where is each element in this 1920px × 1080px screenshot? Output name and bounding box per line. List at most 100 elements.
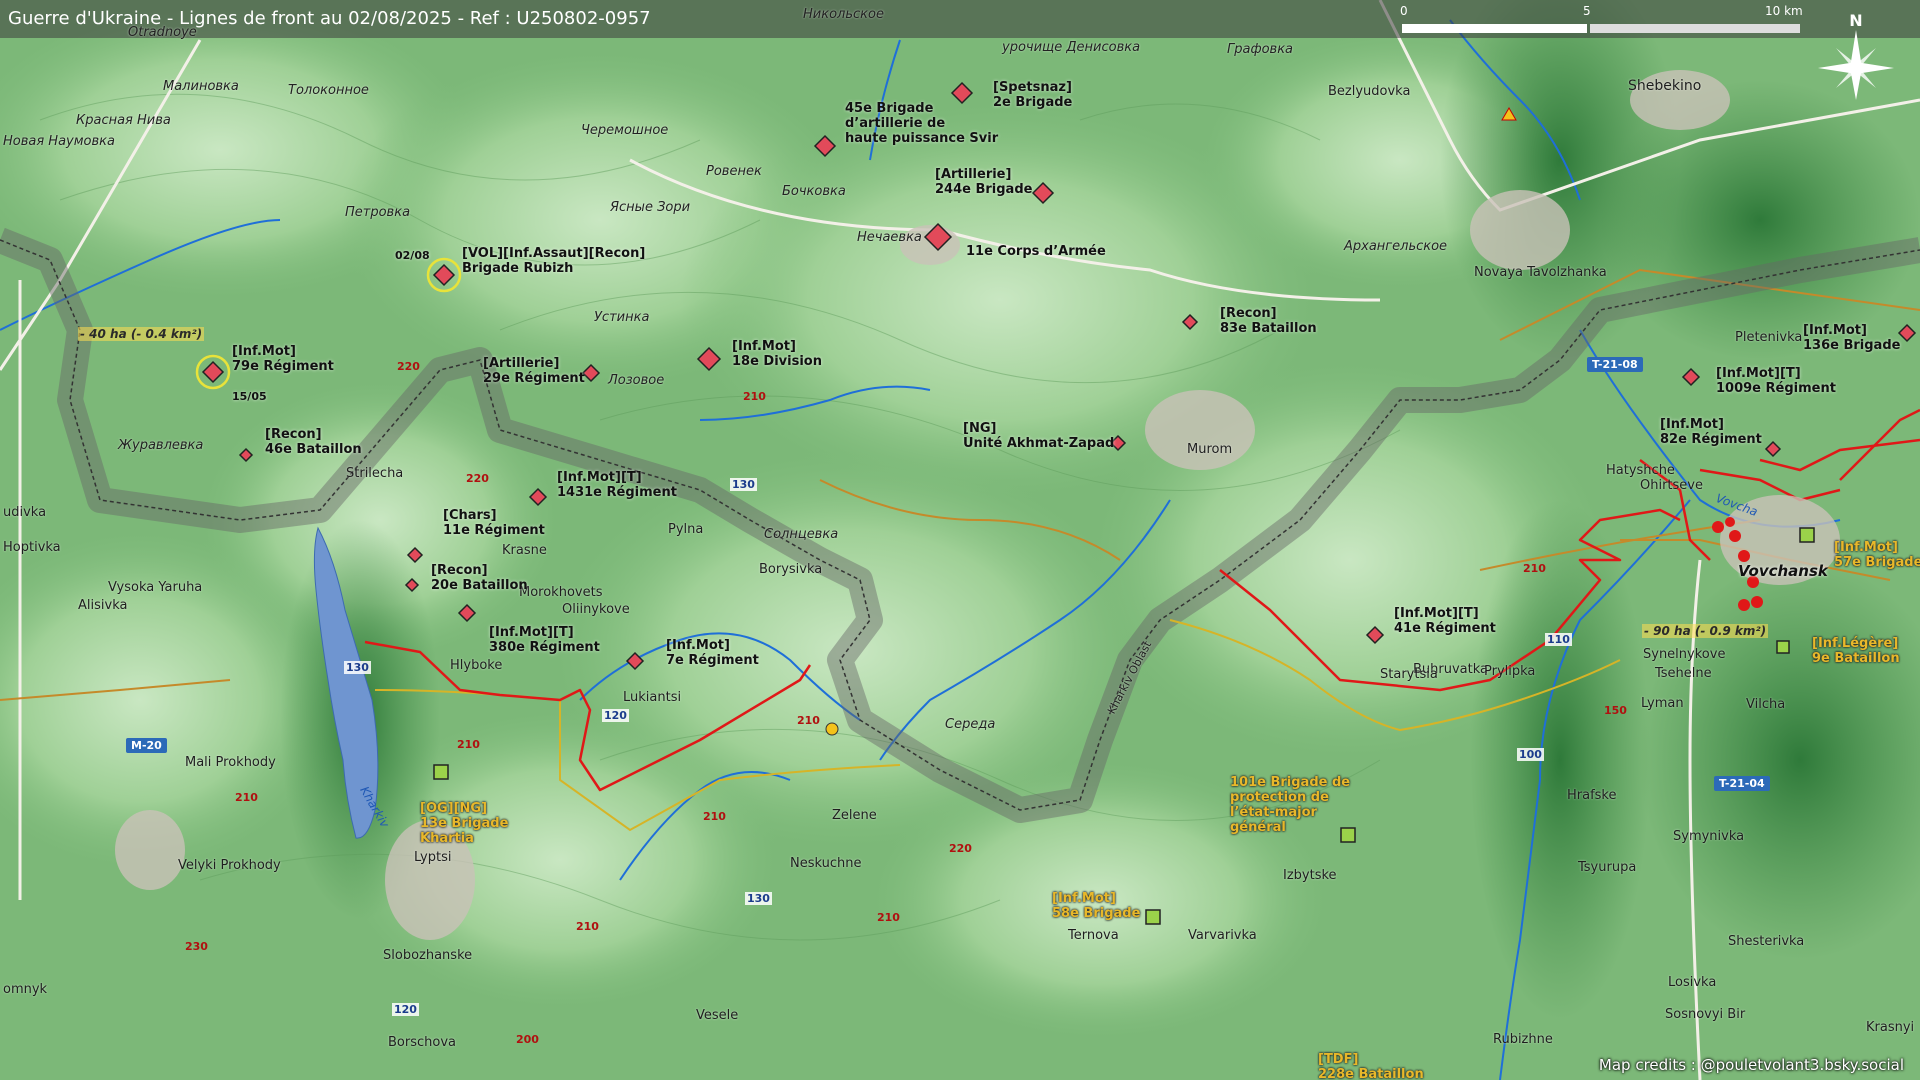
place-label: Zelene — [832, 808, 877, 823]
place-label: Izbytske — [1283, 868, 1337, 883]
place-label: Петровка — [345, 205, 411, 220]
elevation-label: 210 — [703, 810, 726, 823]
ua-unit-label: [Inf.Mot] 58e Brigade — [1052, 891, 1141, 921]
ru-unit-label: [Spetsnaz] 2e Brigade — [993, 80, 1073, 110]
place-label: урочище Денисовка — [1002, 40, 1141, 55]
road-number: 110 — [1545, 633, 1572, 646]
place-label: Vilcha — [1746, 697, 1786, 712]
place-label: Oliinykove — [562, 602, 630, 617]
place-label: Starytsia — [1380, 667, 1438, 682]
road-number: 120 — [392, 1003, 419, 1016]
place-label: Rubizhne — [1493, 1032, 1553, 1047]
place-label: Устинка — [594, 310, 650, 325]
place-label: Ровенек — [706, 164, 762, 179]
elevation-label: 200 — [516, 1033, 539, 1046]
ua-unit-label: [Inf.Mot] 57e Brigade — [1834, 540, 1920, 570]
place-label: Borschova — [388, 1035, 456, 1050]
place-label: Slobozhanske — [383, 948, 473, 963]
place-label: Strilecha — [346, 466, 404, 481]
area-change-label: - 40 ha (- 0.4 km²) — [78, 327, 205, 341]
road-number: 120 — [602, 709, 629, 722]
ru-unit-label: [NG] Unité Akhmat-Zapad — [963, 421, 1115, 451]
place-label: Hlyboke — [450, 658, 503, 673]
place-label: Krasne — [502, 543, 547, 558]
scale-label-10: 10 km — [1765, 4, 1803, 18]
place-label: Середа — [945, 717, 996, 732]
place-label: Солнцевка — [764, 527, 839, 542]
elevation-label: 210 — [576, 920, 599, 933]
elevation-label: 210 — [1523, 562, 1546, 575]
place-label: Varvarivka — [1188, 928, 1257, 943]
elevation-label: 210 — [457, 738, 480, 751]
ua-unit-marker — [1145, 909, 1161, 925]
place-label: Shesterivka — [1728, 934, 1805, 949]
ru-unit-label: [Inf.Mot][T] 1431e Régiment — [557, 470, 677, 500]
elevation-label: 150 — [1604, 704, 1627, 717]
north-label: N — [1849, 11, 1862, 30]
place-label: Архангельское — [1344, 239, 1448, 254]
scale-bar: 0 5 10 km — [1400, 4, 1810, 34]
place-label: Neskuchne — [790, 856, 862, 871]
place-label: Журавлевка — [118, 438, 204, 453]
elevation-label: 210 — [797, 714, 820, 727]
ru-unit-label: [Inf.Mot] 18e Division — [732, 339, 822, 369]
place-label: Ohirtseve — [1640, 478, 1703, 493]
ru-unit-label: [VOL][Inf.Assaut][Recon] Brigade Rubizh — [462, 246, 646, 276]
road-number: 130 — [730, 478, 757, 491]
place-label: Synelnykove — [1643, 647, 1726, 662]
place-label: Alisivka — [78, 598, 128, 613]
place-label: Sosnovyi Bir — [1665, 1007, 1746, 1022]
map-canvas[interactable]: Guerre d'Ukraine - Lignes de front au 02… — [0, 0, 1920, 1080]
road-number: 100 — [1517, 748, 1544, 761]
place-label: Otradnoye — [128, 25, 197, 40]
ua-unit-marker — [433, 764, 449, 780]
ru-unit-label: [Inf.Mot] 136e Brigade — [1803, 323, 1901, 353]
ru-unit-label: [Inf.Mot][T] 41e Régiment — [1394, 606, 1496, 636]
elevation-label: 220 — [397, 360, 420, 373]
place-label: Morokhovets — [519, 585, 603, 600]
ru-unit-label: [Recon] 20e Bataillon — [431, 563, 528, 593]
ua-unit-label: [TDF] 228e Bataillon — [1318, 1052, 1424, 1080]
ua-unit-marker — [1799, 527, 1815, 543]
place-label: Pylna — [668, 522, 704, 537]
elevation-label: 210 — [877, 911, 900, 924]
north-arrow-icon: N — [1808, 6, 1904, 102]
place-label: Borysivka — [759, 562, 823, 577]
place-label: Lukiantsi — [623, 690, 682, 705]
place-label: Tsehelne — [1655, 666, 1712, 681]
ru-unit-label: [Recon] 46e Bataillon — [265, 427, 362, 457]
area-change-label: - 90 ha (- 0.9 km²) — [1642, 624, 1769, 638]
place-label: Ternova — [1068, 928, 1119, 943]
place-label: Tsyurupa — [1578, 860, 1637, 875]
place-label: Lyman — [1641, 696, 1684, 711]
topographic-map — [0, 0, 1920, 1080]
ru-unit-label: [Inf.Mot][T] 1009e Régiment — [1716, 366, 1836, 396]
place-label: Малиновка — [163, 79, 239, 94]
place-label: Красная Нива — [76, 113, 171, 128]
place-label: Hoptivka — [3, 540, 61, 555]
place-label: Нечаевка — [857, 230, 922, 245]
elevation-label: 210 — [743, 390, 766, 403]
city-label: Vovchansk — [1738, 562, 1828, 580]
place-label: Графовка — [1227, 42, 1294, 57]
elevation-label: 210 — [235, 791, 258, 804]
ua-unit-marker — [1776, 640, 1790, 654]
place-label: Черемошное — [581, 123, 669, 138]
elevation-label: 220 — [949, 842, 972, 855]
place-label: Ясные Зори — [610, 200, 691, 215]
place-label: Velyki Prokhody — [178, 858, 281, 873]
place-label: Hatyshche — [1606, 463, 1675, 478]
place-label: Hrafske — [1567, 788, 1617, 803]
ru-unit-label: 11e Corps d’Armée — [966, 244, 1106, 259]
ru-unit-label: [Inf.Mot] 7e Régiment — [666, 638, 759, 668]
place-label: Mali Prokhody — [185, 755, 276, 770]
event-marker — [825, 722, 839, 736]
ru-unit-label: [Inf.Mot] 82e Régiment — [1660, 417, 1762, 447]
ua-unit-label: [Inf.Légère] 9e Bataillon — [1812, 636, 1900, 666]
place-label: Бочковка — [782, 184, 846, 199]
place-label: Losivka — [1668, 975, 1717, 990]
place-label: Толоконное — [288, 83, 369, 98]
ua-unit-label: 101e Brigade de protection de l’état-maj… — [1230, 775, 1351, 835]
road-number: 130 — [745, 892, 772, 905]
road-shield: T-21-04 — [1714, 776, 1770, 791]
